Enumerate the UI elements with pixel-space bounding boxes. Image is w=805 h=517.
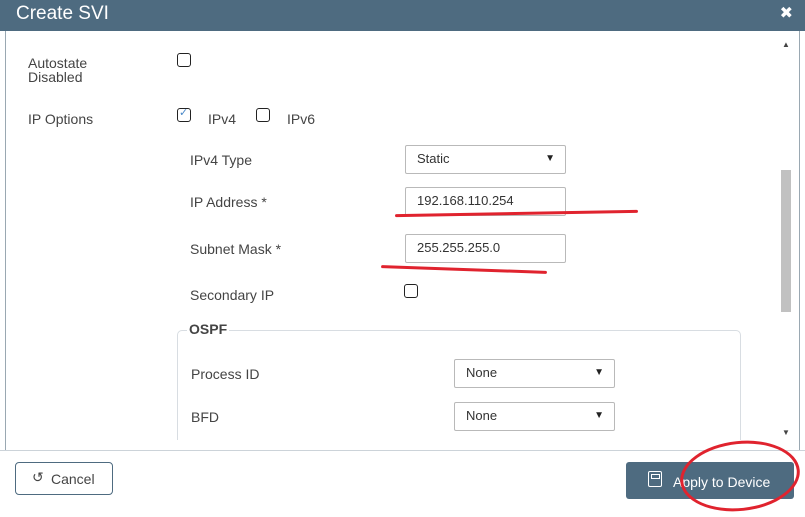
annotation-underline	[380, 265, 548, 274]
process-id-label: Process ID	[191, 366, 260, 382]
autostate-checkbox[interactable]	[177, 53, 191, 67]
scrollbar[interactable]: ▲ ▼	[779, 40, 793, 440]
process-id-select[interactable]: None ▼	[454, 359, 615, 388]
scroll-thumb[interactable]	[781, 170, 791, 312]
ipv6-option-label: IPv6	[287, 111, 316, 127]
dialog-titlebar: Create SVI ✖	[0, 0, 805, 31]
right-border	[799, 31, 800, 451]
autostate-label-line2: Disabled	[28, 69, 83, 85]
ipv6-checkbox[interactable]	[256, 108, 270, 122]
subnet-mask-label: Subnet Mask *	[190, 241, 282, 257]
undo-icon: ↺	[32, 469, 44, 485]
chevron-down-icon: ▼	[594, 410, 604, 421]
ipv4-checkbox[interactable]: ✓	[177, 107, 191, 122]
ospf-section-title: OSPF	[187, 321, 230, 337]
autostate-label-line1: Autostate	[28, 55, 88, 71]
ip-address-value: 192.168.110.254	[417, 193, 514, 208]
bfd-select[interactable]: None ▼	[454, 402, 615, 431]
content-clip	[6, 440, 799, 450]
scroll-up-icon[interactable]: ▲	[779, 40, 793, 52]
autostate-label: Autostate Disabled	[28, 56, 87, 84]
ipv4-type-select[interactable]: Static ▼	[405, 145, 566, 174]
ipv4-option-label: IPv4	[208, 111, 237, 127]
check-icon: ✓	[179, 107, 189, 119]
scroll-down-icon[interactable]: ▼	[779, 428, 793, 440]
subnet-mask-value: 255.255.255.0	[417, 240, 501, 255]
ip-address-label: IP Address *	[190, 194, 267, 210]
chevron-down-icon: ▼	[545, 153, 555, 164]
ipv4-type-value: Static	[417, 151, 450, 166]
cancel-button-label: Cancel	[51, 471, 95, 487]
close-icon[interactable]: ✖	[780, 3, 793, 23]
chevron-down-icon: ▼	[594, 367, 604, 378]
bfd-label: BFD	[191, 409, 219, 425]
cancel-button[interactable]: ↺ Cancel	[15, 462, 113, 495]
dialog-title: Create SVI	[16, 3, 109, 24]
secondary-ip-label: Secondary IP	[190, 287, 275, 303]
process-id-value: None	[466, 365, 498, 380]
left-border	[5, 31, 6, 451]
save-icon	[648, 471, 662, 487]
bfd-value: None	[466, 408, 498, 423]
ipv4-type-label: IPv4 Type	[190, 152, 253, 168]
secondary-ip-checkbox[interactable]	[404, 284, 418, 298]
ip-options-label: IP Options	[28, 111, 94, 127]
subnet-mask-input[interactable]: 255.255.255.0	[405, 234, 566, 263]
